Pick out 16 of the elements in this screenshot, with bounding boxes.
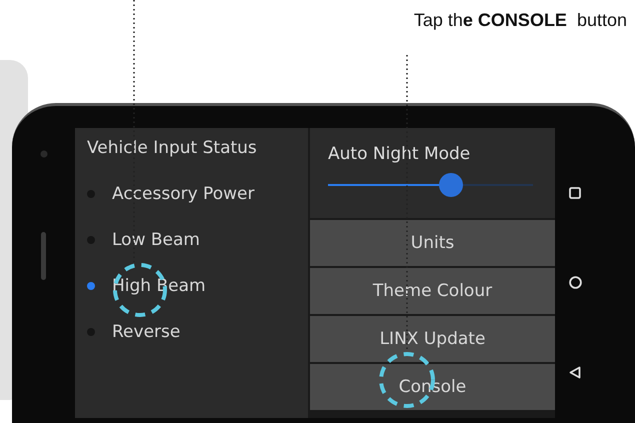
- speaker-slot: [41, 232, 46, 280]
- menu-button[interactable]: Console: [310, 364, 555, 410]
- menu-button[interactable]: LINX Update: [310, 316, 555, 362]
- slider-thumb[interactable]: [439, 173, 463, 197]
- input-label: Reverse: [112, 322, 180, 342]
- camera-icon: [40, 150, 48, 158]
- back-icon[interactable]: [569, 366, 581, 380]
- home-icon[interactable]: [568, 276, 582, 289]
- panel-title: Vehicle Input Status: [87, 138, 258, 158]
- input-label: Low Beam: [112, 230, 200, 250]
- menu-button[interactable]: Units: [310, 220, 555, 266]
- input-label: Accessory Power: [112, 184, 254, 204]
- instruction-caption: Tap the CONSOLE button: [414, 10, 627, 31]
- night-mode-label: Auto Night Mode: [328, 144, 472, 164]
- recents-icon[interactable]: [569, 186, 581, 199]
- menu-button[interactable]: Theme Colour: [310, 268, 555, 314]
